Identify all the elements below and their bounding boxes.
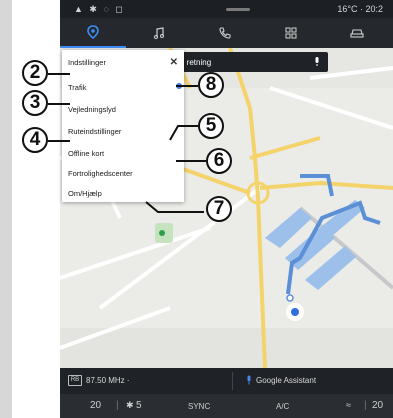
callout-leader — [176, 85, 198, 87]
device-bezel — [0, 0, 12, 418]
music-note-icon — [154, 27, 164, 39]
apps-grid-icon — [285, 27, 297, 39]
callout-leader — [145, 201, 204, 213]
menu-item-privacy-center[interactable]: Fortrolighedscenter — [68, 169, 133, 178]
callout-8: 8 — [198, 72, 224, 98]
temperature-time: 16°C · 20:2 — [337, 4, 383, 14]
status-bar: ▲ ✱ ◌ ◻ 16°C · 20:2 — [60, 0, 393, 18]
phone-icon — [219, 27, 231, 39]
callout-leader — [48, 103, 70, 105]
menu-item-settings[interactable]: Indstillinger — [68, 58, 106, 67]
microphone-icon[interactable] — [314, 56, 320, 69]
top-navigation-bar — [60, 18, 393, 48]
tab-music[interactable] — [126, 18, 192, 48]
callout-6: 6 — [206, 148, 232, 174]
tab-phone[interactable] — [192, 18, 258, 48]
menu-item-route-settings[interactable]: Ruteindstillinger — [68, 127, 121, 136]
callout-3: 3 — [22, 90, 48, 116]
callout-7: 7 — [206, 196, 232, 222]
tab-navigation[interactable] — [60, 18, 126, 48]
callout-leader — [176, 160, 206, 162]
callout-leader — [48, 73, 70, 75]
callout-leader — [48, 140, 70, 142]
car-icon — [350, 29, 364, 38]
callout-5: 5 — [198, 113, 224, 139]
callout-2: 2 — [22, 60, 48, 86]
tab-apps[interactable] — [258, 18, 324, 48]
status-icons: ▲ ✱ ◌ ◻ — [74, 4, 125, 14]
close-icon[interactable]: ✕ — [170, 57, 178, 68]
menu-item-traffic[interactable]: Trafik — [68, 83, 86, 92]
menu-item-offline-maps[interactable]: Offline kort — [68, 149, 104, 158]
location-pin-icon — [87, 25, 99, 39]
callout-4: 4 — [22, 127, 48, 153]
drag-handle[interactable] — [226, 8, 250, 11]
menu-item-about-help[interactable]: Om/Hjælp — [68, 189, 102, 198]
menu-item-guidance-sound[interactable]: Vejledningslyd — [68, 105, 116, 114]
callout-leader — [169, 125, 200, 141]
tab-car[interactable] — [324, 18, 390, 48]
